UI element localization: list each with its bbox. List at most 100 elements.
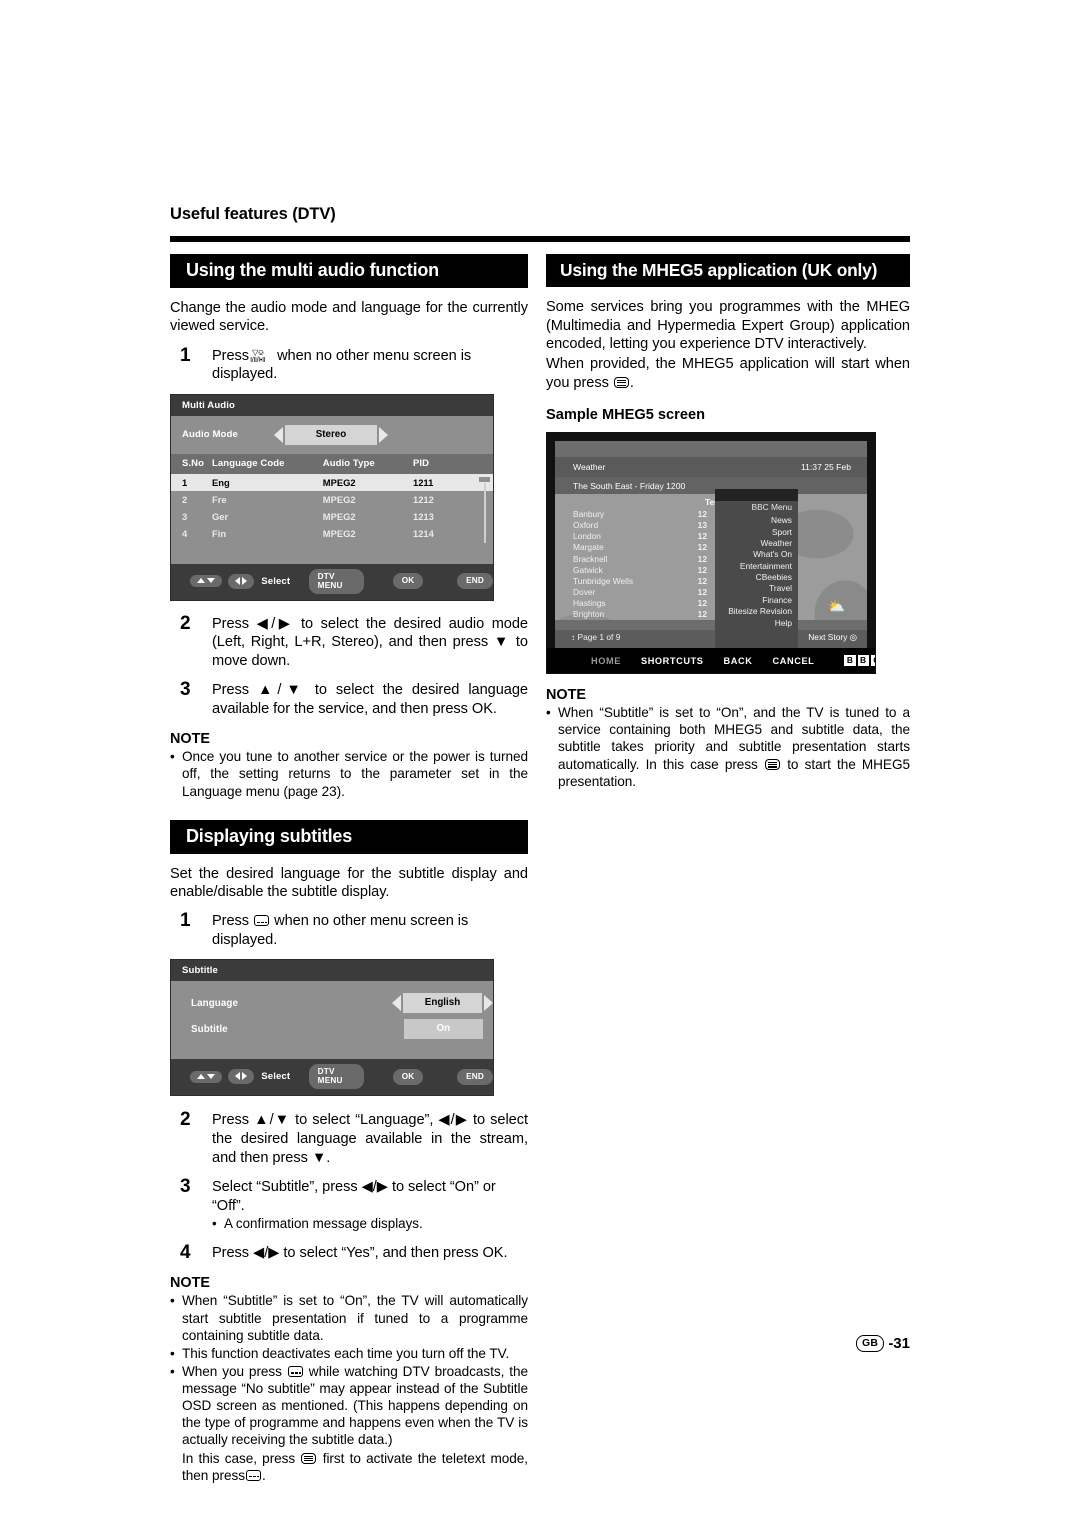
page-indicator: ↕ Page 1 of 9	[571, 632, 621, 643]
scrollbar-thumb[interactable]	[478, 475, 491, 483]
dtv-menu-button[interactable]: DTV MENU	[308, 568, 365, 594]
audio-mode-value[interactable]: Stereo	[285, 424, 377, 445]
city-temp: 12	[697, 608, 707, 619]
menu-item[interactable]: CBeebies	[715, 572, 798, 583]
left-right-icon[interactable]	[228, 1069, 255, 1085]
menu-item[interactable]: Travel	[715, 583, 798, 594]
city-name: Gatwick	[573, 564, 603, 575]
city-temp: 12	[697, 586, 707, 597]
end-button[interactable]: END	[457, 1068, 493, 1085]
menu-item[interactable]: News	[715, 515, 798, 526]
table-row[interactable]: 1 Eng MPEG2 1211	[171, 473, 493, 491]
language-value[interactable]: English	[402, 993, 482, 1014]
home-button[interactable]: HOME	[591, 656, 621, 666]
dtv-menu-button[interactable]: DTV MENU	[308, 1064, 365, 1090]
note-text-part5: .	[261, 1467, 266, 1483]
arrow-left-icon[interactable]	[274, 426, 283, 443]
step-subtitles-4: 4 Press ◀/▶ to select “Yes”, and then pr…	[170, 1242, 528, 1263]
city-name: London	[573, 531, 601, 542]
next-story-button[interactable]: Next Story ◎	[808, 632, 857, 642]
cloud-icon: ⛅	[827, 598, 845, 615]
step-multi-audio-1: 1 Press ▽⎉ I/II/I•II when no other menu scr…	[170, 345, 528, 384]
next-story-label: Next Story	[808, 632, 848, 643]
menu-item[interactable]: Sport	[715, 527, 798, 538]
teletext-icon	[613, 376, 629, 388]
subtitle-osd: Subtitle Language English Subtitle On Se…	[170, 959, 494, 1097]
menu-item[interactable]: Weather	[715, 538, 798, 549]
page-number: -31	[888, 1335, 910, 1352]
menu-item[interactable]: Bitesize Revision	[715, 606, 798, 617]
language-row[interactable]: Language English	[171, 993, 493, 1014]
cancel-button[interactable]: CANCEL	[773, 656, 815, 666]
note-heading: NOTE	[170, 1275, 210, 1292]
arrow-right-icon[interactable]	[484, 995, 493, 1012]
city-temp: 13	[697, 520, 707, 531]
menu-item[interactable]: Help	[715, 618, 798, 629]
table-row[interactable]: 4 Fin MPEG2 1214	[171, 524, 493, 542]
step-text-after: when no other menu screen is displayed.	[212, 913, 469, 948]
cell-lang: Fin	[212, 524, 323, 542]
step-number: 3	[180, 679, 191, 701]
cell-lang: Ger	[212, 507, 323, 525]
cell-type: MPEG2	[322, 490, 413, 508]
select-label: Select	[261, 1071, 291, 1083]
scrollbar-track[interactable]	[484, 480, 486, 543]
ok-button[interactable]: OK	[392, 1068, 424, 1085]
table-row[interactable]: 2 Fre MPEG2 1212	[171, 490, 493, 508]
bbc-logo: B B C i	[844, 655, 875, 667]
note-item: When “Subtitle” is set to “On”, and the …	[546, 704, 910, 790]
step-multi-audio-3: 3 Press ▲/▼ to select the desired langua…	[170, 679, 528, 718]
city-name: Oxford	[573, 520, 599, 531]
note-item: Once you tune to another service or the …	[170, 748, 528, 799]
cell-lang: Fre	[212, 490, 323, 508]
step-text-before: Press	[212, 913, 250, 930]
city-name: Tunbridge Wells	[573, 575, 634, 586]
mheg5-title: Weather	[573, 462, 606, 473]
left-column: Using the multi audio function Change th…	[170, 254, 528, 1484]
menu-item[interactable]: What's On	[715, 549, 798, 560]
cell-type: MPEG2	[322, 507, 413, 525]
cell-sno: 3	[171, 507, 213, 525]
up-down-icon[interactable]	[189, 1070, 222, 1083]
left-right-icon[interactable]	[228, 573, 255, 589]
list-item: Oxford 13	[555, 520, 715, 531]
mheg5-para1: Some services bring you programmes with …	[546, 299, 910, 353]
page-footer: GB -31	[855, 1335, 910, 1352]
city-name: Brighton	[573, 608, 605, 619]
step-text: Press ▲/▼ to select “Language”, ◀/▶ to s…	[212, 1112, 528, 1166]
subtitle-row[interactable]: Subtitle On	[171, 1019, 493, 1040]
note-list: When “Subtitle” is set to “On”, and the …	[546, 704, 910, 790]
table-row[interactable]: 3 Ger MPEG2 1213	[171, 507, 493, 525]
table-header-row: S.No Language Code Audio Type PID	[171, 453, 493, 474]
mheg5-subtitle-bar: The South East - Friday 1200	[555, 477, 867, 495]
list-item: Brighton 12	[555, 609, 715, 620]
mheg5-inner: Weather 11:37 25 Feb The South East - Fr…	[555, 441, 867, 674]
audio-mode-row[interactable]: Audio Mode Stereo	[171, 415, 493, 454]
bbc-menu-top-bar	[715, 489, 798, 502]
back-button[interactable]: BACK	[724, 656, 753, 666]
city-name: Bracknell	[573, 553, 608, 564]
cell-sno: 2	[171, 490, 213, 508]
up-down-icon[interactable]	[189, 575, 222, 588]
cell-sno: 1	[171, 473, 213, 491]
arrow-left-icon[interactable]	[391, 995, 401, 1012]
city-name: Banbury	[573, 509, 605, 520]
arrow-right-icon[interactable]	[379, 426, 388, 443]
menu-item[interactable]: Finance	[715, 595, 798, 606]
bbc-menu-panel: BBC Menu News Sport Weather What's On En…	[715, 489, 798, 653]
city-temp: 12	[697, 509, 707, 520]
heading-multi-audio: Using the multi audio function	[170, 254, 528, 288]
menu-item[interactable]: Entertainment	[715, 561, 798, 572]
osd-body: Language English Subtitle On	[171, 981, 493, 1060]
subtitle-icon	[245, 1469, 261, 1481]
note-text-part1: When you press	[182, 1363, 282, 1379]
list-item: Banbury 12	[555, 509, 715, 520]
cell-type: MPEG2	[322, 473, 413, 491]
shortcuts-button[interactable]: SHORTCUTS	[641, 656, 704, 666]
end-button[interactable]: END	[457, 573, 493, 590]
city-temp: 12	[697, 531, 707, 542]
osd-title: Multi Audio	[171, 394, 493, 416]
logo-letter: B	[844, 655, 857, 667]
ok-button[interactable]: OK	[392, 573, 424, 590]
subtitle-value[interactable]: On	[403, 1019, 484, 1040]
